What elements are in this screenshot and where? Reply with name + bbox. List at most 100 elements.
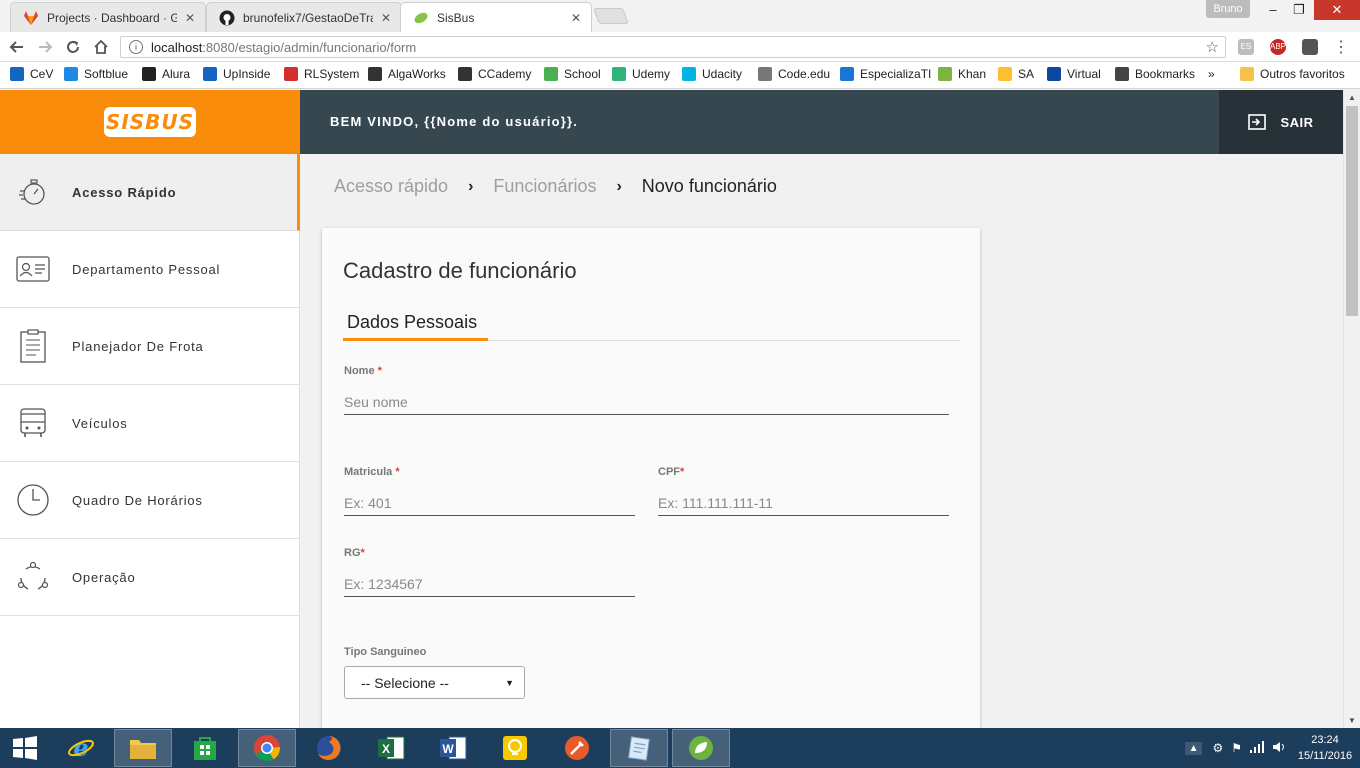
bookmark-udemy[interactable]: Udemy xyxy=(612,67,670,81)
close-tab-icon[interactable]: ✕ xyxy=(571,11,581,25)
folder-icon xyxy=(1240,67,1254,81)
browser-tab-gitlab[interactable]: Projects · Dashboard · Git ✕ xyxy=(10,2,206,32)
bookmark-favicon-icon xyxy=(612,67,626,81)
sidebar-item-departamento-pessoal[interactable]: Departamento Pessoal xyxy=(0,231,300,308)
bookmark-label: SA xyxy=(1018,67,1035,81)
address-bar[interactable]: i localhost:8080/estagio/admin/funcionar… xyxy=(120,36,1226,58)
forward-icon[interactable] xyxy=(34,36,56,58)
firefox-icon[interactable] xyxy=(300,729,358,767)
other-bookmarks-folder[interactable]: Outros favoritos xyxy=(1240,67,1345,81)
store-icon[interactable] xyxy=(176,729,234,767)
volume-icon[interactable] xyxy=(1272,741,1286,756)
extension-es-icon[interactable]: ES xyxy=(1238,39,1254,55)
new-tab-button[interactable] xyxy=(593,8,629,24)
scroll-thumb[interactable] xyxy=(1346,106,1358,316)
system-tray: ▲ ⚙ ⚑ 23:24 15/11/2016 xyxy=(1184,728,1360,768)
bookmark-school[interactable]: School xyxy=(544,67,601,81)
bookmark-sa[interactable]: SA xyxy=(998,67,1034,81)
sidebar-item-planejador-de-frota[interactable]: Planejador De Frota xyxy=(0,308,300,385)
bookmark-udacity[interactable]: Udacity xyxy=(682,67,742,81)
rg-input[interactable] xyxy=(344,571,635,597)
bookmark-label: Udemy xyxy=(632,67,671,81)
sidebar-item-label: Acesso Rápido xyxy=(72,184,177,200)
bookmark-star-icon[interactable]: ☆ xyxy=(1206,38,1219,56)
tab-dados-pessoais[interactable]: Dados Pessoais xyxy=(343,312,488,341)
logout-button[interactable]: SAIR xyxy=(1219,90,1343,154)
bulb-icon[interactable] xyxy=(486,729,544,767)
info-icon[interactable]: i xyxy=(129,40,143,54)
browser-toolbar: i localhost:8080/estagio/admin/funcionar… xyxy=(0,32,1360,62)
sisbus-logo[interactable]: SISBUS xyxy=(104,107,196,137)
bookmark-ccademy[interactable]: CCademy xyxy=(458,67,531,81)
bus-icon xyxy=(16,406,50,440)
adblock-icon[interactable]: ABP xyxy=(1270,39,1286,55)
tipo-sanguineo-select[interactable]: -- Selecione -- ▼ xyxy=(344,666,525,699)
rg-field: RG* xyxy=(344,547,635,597)
bookmark-label: CCademy xyxy=(478,67,532,81)
github-icon xyxy=(219,10,235,26)
extension-lock-icon[interactable] xyxy=(1302,39,1318,55)
close-tab-icon[interactable]: ✕ xyxy=(381,11,391,25)
chrome-icon[interactable] xyxy=(238,729,296,767)
sidebar-item-operacao[interactable]: Operação xyxy=(0,539,300,616)
bookmark-bookmarks[interactable]: Bookmarks xyxy=(1115,67,1195,81)
bookmark-upinside[interactable]: UpInside xyxy=(203,67,270,81)
breadcrumb-acesso-rapido[interactable]: Acesso rápido xyxy=(334,176,448,197)
spring-icon[interactable] xyxy=(672,729,730,767)
bookmark-softblue[interactable]: Softblue xyxy=(64,67,128,81)
browser-tab-sisbus[interactable]: SisBus ✕ xyxy=(400,2,592,32)
page-scrollbar[interactable]: ▲ ▼ xyxy=(1343,90,1360,728)
tipo-sanguineo-field: Tipo Sanguineo -- Selecione -- ▼ xyxy=(344,646,644,699)
close-window-button[interactable]: ✕ xyxy=(1314,0,1360,20)
excel-icon[interactable]: X xyxy=(362,729,420,767)
ie-icon[interactable]: e xyxy=(52,729,110,767)
close-tab-icon[interactable]: ✕ xyxy=(185,11,195,25)
bookmark-label: Virtual xyxy=(1067,67,1101,81)
bookmark-cev[interactable]: CeV xyxy=(10,67,53,81)
main-content: Acesso rápido › Funcionários › Novo func… xyxy=(300,154,1343,728)
network-icon[interactable] xyxy=(1250,740,1264,756)
sidebar-item-acesso-rapido[interactable]: Acesso Rápido xyxy=(0,154,300,231)
bookmark-label: School xyxy=(564,67,601,81)
bookmark-favicon-icon xyxy=(1047,67,1061,81)
matricula-input[interactable] xyxy=(344,490,635,516)
more-bookmarks-button[interactable]: » xyxy=(1208,67,1215,81)
cpf-input[interactable] xyxy=(658,490,949,516)
clock-date: 15/11/2016 xyxy=(1297,750,1353,762)
reload-icon[interactable] xyxy=(62,36,84,58)
dropdown-arrow-icon: ▼ xyxy=(505,677,514,688)
sidebar-item-veiculos[interactable]: Veículos xyxy=(0,385,300,462)
flag-icon[interactable]: ⚑ xyxy=(1231,741,1242,755)
restore-button[interactable]: ❐ xyxy=(1284,0,1314,20)
bookmark-virtual[interactable]: Virtual xyxy=(1047,67,1101,81)
bookmark-algaworks[interactable]: AlgaWorks xyxy=(368,67,446,81)
back-icon[interactable] xyxy=(6,36,28,58)
bookmark-alura[interactable]: Alura xyxy=(142,67,190,81)
cycle-icon xyxy=(16,560,50,594)
scroll-up-icon[interactable]: ▲ xyxy=(1348,93,1356,102)
menu-icon[interactable]: ⋮ xyxy=(1330,36,1352,58)
file-explorer-icon[interactable] xyxy=(114,729,172,767)
profile-badge[interactable]: Bruno xyxy=(1206,0,1250,18)
bookmark-rlsystem[interactable]: RLSystem xyxy=(284,67,359,81)
word-icon[interactable]: W xyxy=(424,729,482,767)
svg-text:X: X xyxy=(382,742,390,756)
browser-tab-github[interactable]: brunofelix7/GestaoDeTra ✕ xyxy=(206,2,402,32)
sidebar-item-quadro-de-horarios[interactable]: Quadro De Horários xyxy=(0,462,300,539)
scroll-down-icon[interactable]: ▼ xyxy=(1348,716,1356,725)
windows-start-icon[interactable] xyxy=(0,729,50,767)
bookmark-label: Khan xyxy=(958,67,987,81)
show-hidden-icons-icon[interactable]: ▲ xyxy=(1184,741,1203,755)
bookmark-khan[interactable]: Khan xyxy=(938,67,986,81)
breadcrumb-funcionarios[interactable]: Funcionários xyxy=(493,176,596,197)
nome-input[interactable] xyxy=(344,389,949,415)
notepad-icon[interactable] xyxy=(610,729,668,767)
tool-icon[interactable] xyxy=(548,729,606,767)
sync-icon[interactable]: ⚙ xyxy=(1212,741,1223,755)
bookmark-label: Alura xyxy=(162,67,191,81)
home-icon[interactable] xyxy=(90,36,112,58)
bookmark-label: Softblue xyxy=(84,67,129,81)
bookmark-especializati[interactable]: EspecializaTI xyxy=(840,67,931,81)
bookmark-code-edu[interactable]: Code.edu xyxy=(758,67,830,81)
taskbar-clock[interactable]: 23:24 15/11/2016 xyxy=(1290,732,1360,764)
